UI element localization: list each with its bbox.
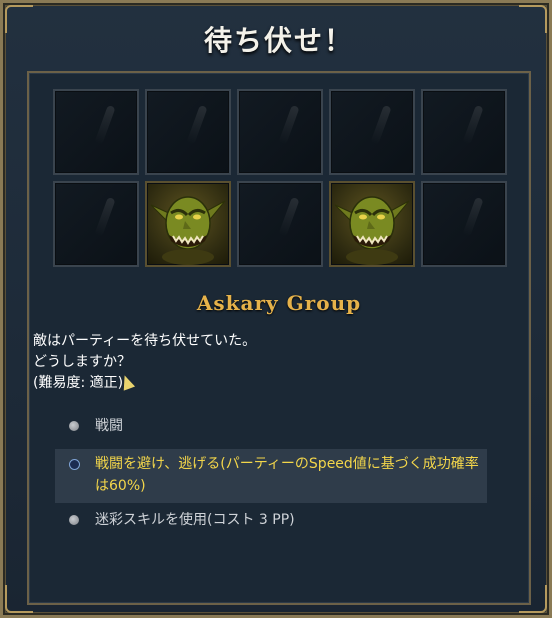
option-label: 戦闘 xyxy=(95,418,123,434)
enemy-group-name: Askary Group xyxy=(196,291,362,315)
enemy-slot-grid xyxy=(53,89,509,269)
encounter-description: 敵はパーティーを待ち伏せていた。 どうしますか？ (難易度: 適正) xyxy=(33,331,513,394)
option-fight[interactable]: 戦闘 xyxy=(55,415,487,437)
goblin-portrait-icon xyxy=(334,196,410,265)
option-flee[interactable]: 戦闘を避け、逃げる(パーティーのSpeed値に基づく成功確率は60%) xyxy=(55,449,487,503)
enemy-slot-empty xyxy=(237,89,323,175)
dialog-title: 待ち伏せ！ xyxy=(203,24,354,57)
option-label: 迷彩スキルを使用(コスト 3 PP) xyxy=(95,512,295,528)
radio-button-icon[interactable] xyxy=(69,515,79,525)
enemy-slot-empty xyxy=(329,89,415,175)
difficulty-line: (難易度: 適正) xyxy=(33,375,124,391)
radio-button-icon[interactable] xyxy=(69,421,79,431)
enemy-slot-goblin[interactable] xyxy=(329,181,415,267)
enemy-slot-empty xyxy=(237,181,323,267)
encounter-panel: Askary Group 敵はパーティーを待ち伏せていた。 どうしますか？ (難… xyxy=(27,71,531,605)
description-line: どうしますか？ xyxy=(33,354,131,370)
goblin-portrait-icon xyxy=(150,196,226,265)
enemy-slot-empty xyxy=(145,89,231,175)
enemy-slot-empty xyxy=(421,89,507,175)
dialog-frame: 待ち伏せ！ Askary Group 敵はパーティーを待ち伏せていた。 どうしま… xyxy=(0,0,552,618)
enemy-slot-empty xyxy=(53,181,139,267)
radio-button-selected-icon[interactable] xyxy=(69,459,80,470)
option-camouflage[interactable]: 迷彩スキルを使用(コスト 3 PP) xyxy=(55,509,487,531)
enemy-slot-goblin[interactable] xyxy=(145,181,231,267)
option-label: 戦闘を避け、逃げる(パーティーのSpeed値に基づく成功確率は60%) xyxy=(95,456,479,494)
enemy-slot-empty xyxy=(53,89,139,175)
enemy-slot-empty xyxy=(421,181,507,267)
description-line: 敵はパーティーを待ち伏せていた。 xyxy=(33,333,257,349)
